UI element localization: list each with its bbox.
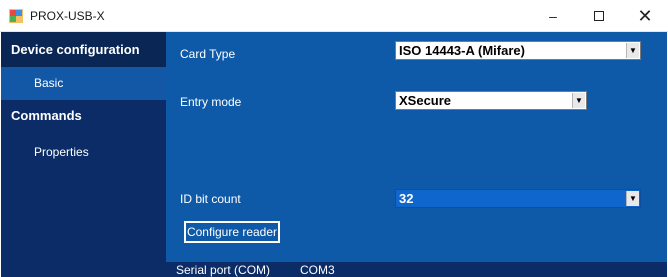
card-type-select[interactable]: ISO 14443-A (Mifare) ▼: [395, 41, 641, 60]
app-icon: [9, 9, 23, 23]
card-type-label: Card Type: [180, 47, 236, 61]
main-window: Device configuration Basic Commands Prop…: [1, 32, 667, 277]
sidebar-section-device-configuration[interactable]: Device configuration: [1, 32, 166, 67]
sidebar-item-properties[interactable]: Properties: [1, 140, 166, 164]
sidebar-item-label: Device configuration: [11, 42, 140, 57]
maximize-icon: [594, 11, 604, 21]
sidebar-section-commands[interactable]: Commands: [1, 104, 166, 128]
sidebar-item-basic[interactable]: Basic: [1, 67, 166, 100]
entry-mode-label: Entry mode: [180, 95, 242, 109]
minimize-icon: –: [549, 8, 557, 24]
id-bit-count-value: 32: [399, 191, 414, 206]
id-bit-count-select[interactable]: 32 ▼: [395, 189, 641, 208]
configure-reader-button[interactable]: Configure reader: [184, 221, 280, 243]
close-icon: ✕: [637, 5, 653, 26]
chevron-down-icon: ▼: [572, 93, 585, 108]
status-bar: Serial port (COM) COM3: [166, 262, 667, 277]
entry-mode-value: XSecure: [399, 93, 452, 108]
entry-mode-select[interactable]: XSecure ▼: [395, 91, 587, 110]
chevron-down-icon: ▼: [626, 191, 639, 206]
sidebar-item-label: Commands: [11, 108, 82, 123]
maximize-button[interactable]: [576, 0, 622, 32]
close-button[interactable]: ✕: [622, 0, 668, 32]
card-type-value: ISO 14443-A (Mifare): [399, 43, 525, 58]
sidebar-item-label: Properties: [34, 145, 89, 159]
configuration-panel: Card Type ISO 14443-A (Mifare) ▼ Entry m…: [166, 32, 667, 277]
title-bar: PROX-USB-X – ✕: [0, 0, 668, 32]
minimize-button[interactable]: –: [530, 0, 576, 32]
serial-port-value: COM3: [300, 263, 335, 277]
chevron-down-icon: ▼: [626, 43, 639, 58]
id-bit-count-label: ID bit count: [180, 192, 241, 206]
sidebar-item-label: Basic: [34, 76, 64, 90]
window-title: PROX-USB-X: [30, 9, 105, 23]
serial-port-label: Serial port (COM): [176, 263, 271, 277]
sidebar: Device configuration Basic Commands Prop…: [1, 32, 166, 277]
